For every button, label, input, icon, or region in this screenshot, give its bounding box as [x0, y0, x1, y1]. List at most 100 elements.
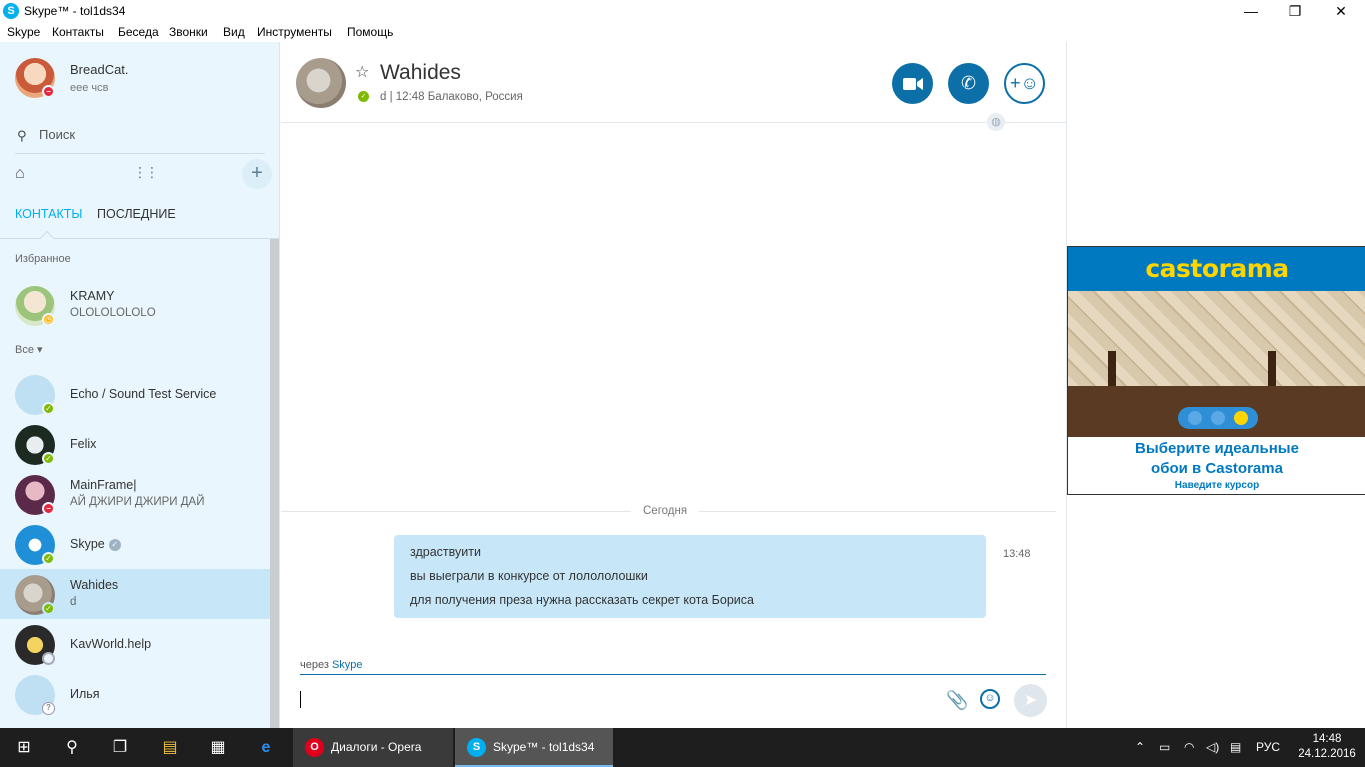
contact-felix[interactable]: ✓ Felix	[0, 419, 270, 469]
contact-kavworld[interactable]: KavWorld.help	[0, 619, 270, 669]
attach-file-icon[interactable]: 📎	[946, 690, 968, 711]
contact-name: Илья	[70, 687, 100, 701]
star-icon[interactable]: ☆	[355, 62, 369, 82]
via-prefix: через	[300, 659, 329, 671]
task-view-icon[interactable]: ❐	[96, 728, 144, 767]
volume-icon[interactable]: ◁)	[1206, 728, 1219, 767]
taskbar-app-skype[interactable]: S Skype™ - tol1ds34	[455, 728, 613, 767]
skype-icon: S	[467, 738, 486, 757]
file-explorer-icon[interactable]: ▤	[146, 728, 194, 767]
via-service-link[interactable]: Skype	[332, 659, 363, 671]
battery-icon[interactable]: ▭	[1159, 728, 1170, 767]
menu-conversation[interactable]: Беседа	[118, 25, 159, 39]
contact-mood: АЙ ДЖИРИ ДЖИРИ ДАЙ	[70, 496, 205, 508]
notifications-icon[interactable]: ▤	[1230, 728, 1241, 767]
contact-kramy[interactable]: ◷ KRAMY OLOLOLOLOLO	[0, 280, 270, 330]
windows-start-icon[interactable]: ⊞	[0, 728, 48, 767]
avatar: ?	[15, 675, 55, 715]
avatar: ✓	[15, 375, 55, 415]
busy-status-icon: −	[42, 502, 55, 515]
wifi-icon[interactable]: ◠	[1184, 728, 1194, 767]
conversation-pane: ☆ Wahides ✓ d | 12:48 Балаково, Россия ✆…	[281, 42, 1066, 728]
contact-name: KRAMY	[70, 289, 115, 303]
sidebar: − BreadCat. еее чсв ⚲ Поиск ⌂ ⋮⋮ + КОНТА…	[0, 42, 280, 728]
contact-wahides[interactable]: ✓ Wahides d	[0, 569, 270, 619]
compose-divider	[300, 674, 1046, 675]
contact-name-text: Skype	[70, 537, 105, 551]
profile-name[interactable]: BreadCat.	[70, 62, 129, 77]
verified-icon: ✓	[108, 538, 121, 551]
menu-calls[interactable]: Звонки	[169, 25, 208, 39]
profile-mood[interactable]: еее чсв	[70, 82, 108, 94]
close-button[interactable]: ✕	[1318, 0, 1364, 23]
slider-dot	[1211, 411, 1225, 425]
contact-name: Echo / Sound Test Service	[70, 387, 217, 401]
ad-headline-2: обои в Castorama	[1151, 460, 1283, 477]
all-contacts-filter[interactable]: Все ▾	[15, 343, 43, 356]
online-status-icon: ✓	[42, 452, 55, 465]
language-indicator[interactable]: РУС	[1256, 728, 1280, 767]
busy-status-icon: −	[42, 85, 55, 98]
globe-icon: ◍	[987, 113, 1005, 131]
tab-recent[interactable]: ПОСЛЕДНИЕ	[97, 207, 176, 221]
contact-echo[interactable]: ✓ Echo / Sound Test Service	[0, 369, 270, 419]
menu-help[interactable]: Помощь	[347, 25, 393, 39]
window-title: Skype™ - tol1ds34	[24, 4, 126, 18]
dialpad-icon[interactable]: ⋮⋮	[133, 164, 159, 181]
skype-icon: S	[3, 3, 19, 19]
contact-skype[interactable]: ✓ Skype ✓	[0, 519, 270, 569]
phone-icon: ✆	[960, 73, 977, 93]
ad-text: Выберите идеальные обои в Castorama Наве…	[1068, 439, 1365, 493]
avatar: ✓	[15, 425, 55, 465]
favorites-label: Избранное	[15, 253, 71, 265]
via-label: через Skype	[300, 659, 363, 671]
contact-ilya[interactable]: ? Илья	[0, 669, 270, 719]
menu-contacts[interactable]: Контакты	[52, 25, 104, 39]
add-person-icon: +☺	[1010, 73, 1039, 93]
message-line: здраствуити	[410, 545, 481, 559]
search-icon[interactable]: ⚲	[48, 728, 96, 767]
contacts-scrollbar[interactable]	[270, 239, 279, 728]
contact-name: Wahides	[70, 578, 119, 592]
conversation-avatar[interactable]	[296, 58, 346, 108]
message-input[interactable]	[300, 691, 301, 708]
clock[interactable]: 14:48 24.12.2016	[1296, 732, 1358, 762]
clock-date: 24.12.2016	[1298, 748, 1356, 760]
message-bubble[interactable]: здраствуити вы выеграли в конкурсе от ло…	[394, 535, 986, 618]
chevron-up-icon[interactable]: ⌃	[1135, 728, 1145, 767]
profile-avatar[interactable]: −	[15, 58, 55, 98]
online-status-icon: ✓	[42, 552, 55, 565]
edge-icon[interactable]: e	[242, 728, 290, 767]
header-divider	[281, 122, 1066, 123]
taskbar-app-opera[interactable]: O Диалоги - Opera	[293, 728, 453, 767]
menu-tools[interactable]: Инструменты	[257, 25, 332, 39]
ad-brand-logo: castorama	[1145, 254, 1289, 283]
menu-skype[interactable]: Skype	[7, 25, 40, 39]
ad-slider-toggle[interactable]	[1178, 407, 1258, 429]
menu-bar: Skype Контакты Беседа Звонки Вид Инструм…	[0, 23, 1365, 42]
contact-mainframe[interactable]: − MainFrame| АЙ ДЖИРИ ДЖИРИ ДАЙ	[0, 469, 270, 519]
add-contact-button[interactable]: +	[242, 159, 272, 189]
search-box[interactable]: ⚲ Поиск	[15, 124, 265, 154]
minimize-button[interactable]: —	[1228, 0, 1274, 23]
add-people-button[interactable]: +☺	[1004, 63, 1045, 104]
call-button[interactable]: ✆	[948, 63, 989, 104]
conversation-title[interactable]: Wahides	[380, 61, 461, 85]
advertisement[interactable]: castorama Выберите идеальные обои в Cast…	[1067, 246, 1365, 495]
emoticon-icon[interactable]: ☺	[980, 689, 1000, 709]
avatar	[15, 625, 55, 665]
contact-name: MainFrame|	[70, 478, 137, 492]
contact-name: Skype ✓	[70, 537, 121, 551]
store-icon[interactable]: ▦	[194, 728, 242, 767]
maximize-button[interactable]: ❐	[1272, 0, 1318, 23]
taskbar-app-label: Диалоги - Opera	[331, 740, 422, 754]
home-icon[interactable]: ⌂	[15, 165, 25, 183]
video-call-button[interactable]	[892, 63, 933, 104]
search-placeholder[interactable]: Поиск	[39, 127, 75, 142]
message-line: для получения преза нужна рассказать сек…	[410, 593, 754, 607]
ad-call-to-action[interactable]: Наведите курсор	[1068, 479, 1365, 493]
tab-contacts[interactable]: КОНТАКТЫ	[15, 207, 82, 221]
send-button[interactable]: ➤	[1014, 684, 1047, 717]
contact-name: Felix	[70, 437, 97, 451]
menu-view[interactable]: Вид	[223, 25, 245, 39]
